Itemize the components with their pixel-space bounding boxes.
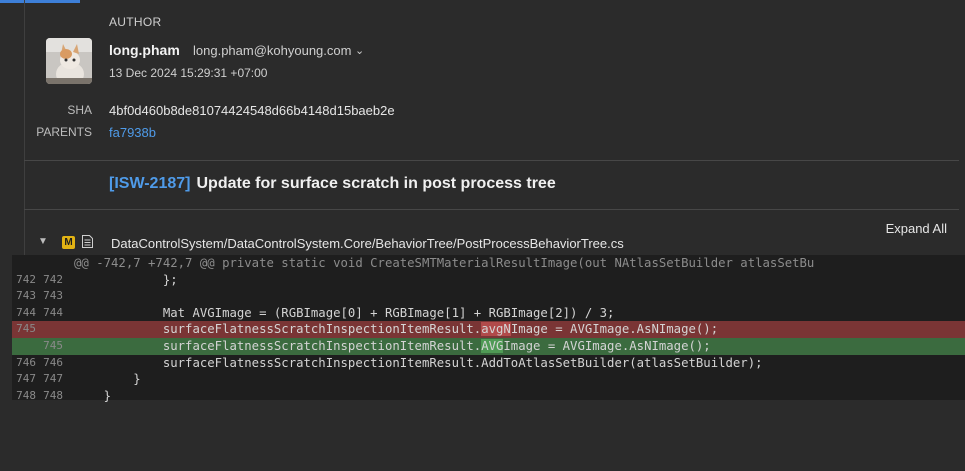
author-email[interactable]: long.pham@kohyoung.com: [193, 43, 351, 58]
code-segment: Image = AVGImage.AsNImage();: [510, 322, 719, 337]
old-line-number: 747: [16, 372, 36, 386]
parent-commit-link[interactable]: fa7938b: [109, 125, 156, 140]
modified-status-badge: M: [62, 236, 75, 249]
old-line-number: 748: [16, 388, 36, 402]
active-tab-indicator: [0, 0, 80, 3]
author-section-label: AUTHOR: [109, 15, 162, 29]
code-text: }: [74, 388, 112, 403]
code-text: surfaceFlatnessScratchInspectionItemResu…: [74, 355, 763, 370]
new-line-number: 744: [43, 305, 63, 319]
hunk-header-text: @@ -742,7 +742,7 @@ private static void …: [74, 256, 815, 270]
collapse-chevron-icon[interactable]: ▼: [38, 236, 48, 247]
code-text: surfaceFlatnessScratchInspectionItemResu…: [74, 338, 711, 355]
file-icon: [82, 235, 93, 248]
file-header[interactable]: ▼ M DataControlSystem/DataControlSystem.…: [0, 234, 965, 256]
added-line: 745 surfaceFlatnessScratchInspectionItem…: [12, 337, 965, 355]
sha-value: 4bf0d460b8de81074424548d66b4148d15baeb2e: [109, 103, 395, 118]
diff-line: 746 746 surfaceFlatnessScratchInspection…: [12, 355, 965, 372]
new-line-number: 745: [43, 338, 63, 352]
file-path[interactable]: DataControlSystem/DataControlSystem.Core…: [111, 236, 624, 251]
diff-line: 748 748 }: [12, 388, 965, 405]
removed-line: 745 surfaceFlatnessScratchInspectionItem…: [12, 321, 965, 338]
new-line-number: 746: [43, 355, 63, 369]
code-segment: Image = AVGImage.AsNImage();: [503, 338, 711, 353]
old-line-number: 743: [16, 289, 36, 303]
new-line-number: 743: [43, 289, 63, 303]
avatar: [46, 38, 92, 84]
commit-message: Update for surface scratch in post proce…: [196, 175, 556, 192]
old-line-number: 742: [16, 272, 36, 286]
code-segment: surfaceFlatnessScratchInspectionItemResu…: [74, 322, 482, 337]
cat-avatar-image: [46, 38, 92, 84]
sha-label: SHA: [67, 103, 92, 117]
parents-label: PARENTS: [36, 125, 92, 139]
old-line-number: 746: [16, 355, 36, 369]
code-text: };: [74, 272, 178, 287]
diff-line: 743 743: [12, 288, 965, 305]
old-line-number: 745: [16, 322, 36, 336]
diff-line: 747 747 }: [12, 371, 965, 388]
old-line-number: 744: [16, 305, 36, 319]
code-text: Mat AVGImage = (RGBImage[0] + RGBImage[1…: [74, 305, 615, 320]
code-text: surfaceFlatnessScratchInspectionItemResu…: [74, 321, 718, 338]
added-highlight: AVG: [481, 338, 504, 353]
chevron-down-icon[interactable]: ⌄: [355, 44, 364, 57]
divider: [24, 160, 959, 161]
code-text: }: [74, 372, 141, 387]
new-line-number: 747: [43, 372, 63, 386]
commit-date: 13 Dec 2024 15:29:31 +07:00: [109, 66, 268, 80]
hunk-header: @@ -742,7 +742,7 @@ private static void …: [12, 255, 965, 272]
new-line-number: 742: [43, 272, 63, 286]
diff-line: 744 744 Mat AVGImage = (RGBImage[0] + RG…: [12, 305, 965, 322]
removed-highlight: avgN: [481, 322, 511, 337]
diff-line: 742 742 };: [12, 272, 965, 289]
divider: [24, 209, 959, 210]
code-segment: surfaceFlatnessScratchInspectionItemResu…: [74, 338, 482, 353]
commit-message-title: [ISW-2187] Update for surface scratch in …: [109, 175, 556, 193]
diff-view[interactable]: @@ -742,7 +742,7 @@ private static void …: [12, 255, 965, 403]
ticket-link[interactable]: [ISW-2187]: [109, 175, 190, 192]
new-line-number: 748: [43, 388, 63, 402]
author-name: long.pham: [109, 42, 180, 58]
